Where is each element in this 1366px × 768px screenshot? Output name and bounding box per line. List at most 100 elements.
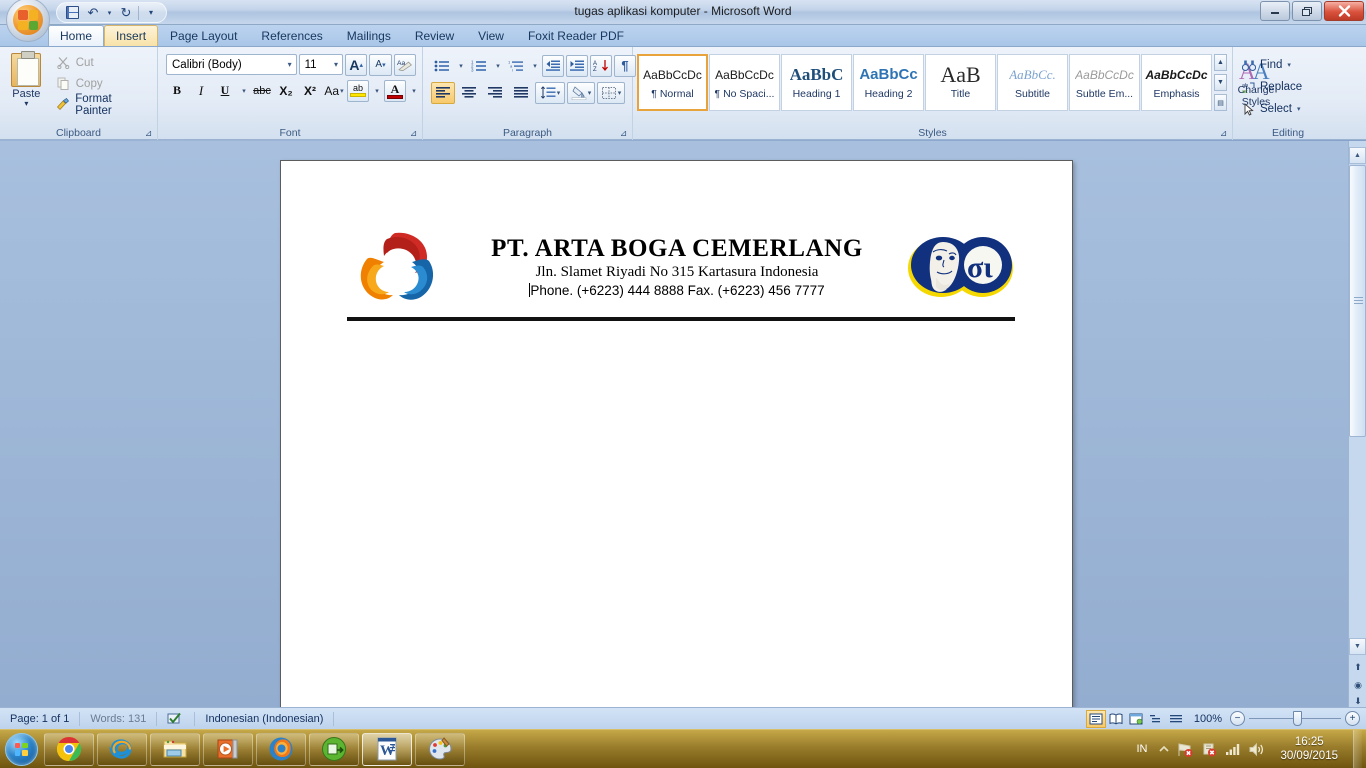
taskbar-word[interactable]: W: [362, 732, 412, 766]
show-desktop-button[interactable]: [1353, 729, 1362, 768]
select-browse-object-button[interactable]: ◉: [1350, 677, 1366, 693]
tray-action-center-icon[interactable]: [1201, 742, 1218, 757]
change-case-button[interactable]: Aa ▾: [323, 80, 345, 102]
numbering-button[interactable]: 1 2 3: [468, 55, 490, 77]
font-color-button[interactable]: A: [384, 79, 406, 102]
align-left-button[interactable]: [431, 81, 455, 104]
highlight-dropdown-icon[interactable]: ▾: [371, 80, 382, 102]
shading-button[interactable]: ▾: [567, 81, 595, 104]
save-icon[interactable]: [63, 4, 81, 21]
styles-scroll-down-button[interactable]: ▼: [1214, 74, 1227, 91]
justify-button[interactable]: [509, 82, 533, 104]
format-painter-button[interactable]: Format Painter: [52, 93, 153, 117]
status-language[interactable]: Indonesian (Indonesian): [195, 708, 333, 730]
view-outline-button[interactable]: [1146, 710, 1166, 728]
status-proofing[interactable]: [157, 708, 194, 730]
align-right-button[interactable]: [483, 82, 507, 104]
style-tile-no-spacing[interactable]: AaBbCcDc ¶ No Spaci...: [709, 54, 780, 111]
zoom-in-button[interactable]: +: [1345, 711, 1360, 726]
vertical-scrollbar[interactable]: ▲ ▼ ⬆ ◉ ⬇: [1348, 141, 1366, 707]
redo-icon[interactable]: ↻: [117, 4, 135, 21]
superscript-button[interactable]: X²: [299, 80, 321, 102]
tray-signal-icon[interactable]: [1225, 742, 1241, 756]
replace-button[interactable]: ab ac Replace: [1237, 76, 1306, 98]
style-tile-subtitle[interactable]: AaBbCc. Subtitle: [997, 54, 1068, 111]
zoom-level-label[interactable]: 100%: [1186, 713, 1230, 725]
zoom-out-button[interactable]: −: [1230, 711, 1245, 726]
scroll-up-button[interactable]: ▲: [1349, 147, 1366, 164]
tab-references[interactable]: References: [249, 25, 334, 46]
find-dropdown-icon[interactable]: ▾: [1287, 61, 1291, 69]
numbering-dropdown-icon[interactable]: ▾: [492, 55, 503, 77]
style-tile-emphasis[interactable]: AaBbCcDc Emphasis: [1141, 54, 1212, 111]
undo-icon[interactable]: ↶: [84, 4, 102, 21]
cut-button[interactable]: Cut: [52, 52, 153, 73]
customize-qat-icon[interactable]: ▾: [142, 4, 160, 21]
taskbar-firefox[interactable]: [256, 732, 306, 766]
tray-language-indicator[interactable]: IN: [1132, 743, 1151, 755]
clipboard-dialog-launcher[interactable]: ⊿: [143, 128, 154, 139]
borders-button[interactable]: ▾: [597, 81, 625, 104]
zoom-slider-track[interactable]: [1249, 711, 1341, 726]
taskbar-media-player[interactable]: [203, 732, 253, 766]
previous-page-button[interactable]: ⬆: [1350, 659, 1366, 675]
style-tile-heading-2[interactable]: AaBbCc Heading 2: [853, 54, 924, 111]
font-name-dropdown-icon[interactable]: ▾: [286, 60, 294, 69]
sort-button[interactable]: A Z: [590, 54, 612, 77]
bullets-button[interactable]: [431, 55, 453, 77]
bullets-dropdown-icon[interactable]: ▾: [455, 55, 466, 77]
tab-foxit-reader-pdf[interactable]: Foxit Reader PDF: [516, 25, 636, 46]
styles-scroll-up-button[interactable]: ▲: [1214, 54, 1227, 71]
bold-button[interactable]: B: [166, 80, 188, 102]
view-full-screen-reading-button[interactable]: [1106, 710, 1126, 728]
style-tile-title[interactable]: AaB Title: [925, 54, 996, 111]
document-page[interactable]: PT. ARTA BOGA CEMERLANG Jln. Slamet Riya…: [280, 160, 1073, 707]
strikethrough-button[interactable]: abc: [251, 80, 273, 102]
font-color-dropdown-icon[interactable]: ▾: [408, 80, 419, 102]
tray-network-icon[interactable]: [1177, 742, 1194, 757]
status-word-count[interactable]: Words: 131: [80, 708, 156, 730]
taskbar-green-app[interactable]: [309, 732, 359, 766]
paragraph-dialog-launcher[interactable]: ⊿: [618, 128, 629, 139]
font-dialog-launcher[interactable]: ⊿: [408, 128, 419, 139]
taskbar-file-explorer[interactable]: [150, 732, 200, 766]
scrollbar-thumb[interactable]: [1349, 165, 1366, 437]
multilevel-dropdown-icon[interactable]: ▾: [529, 55, 540, 77]
document-canvas[interactable]: PT. ARTA BOGA CEMERLANG Jln. Slamet Riya…: [0, 141, 1366, 707]
tab-page-layout[interactable]: Page Layout: [158, 25, 249, 46]
view-print-layout-button[interactable]: [1085, 709, 1106, 728]
font-size-combo[interactable]: 11 ▾: [298, 54, 343, 75]
tab-insert[interactable]: Insert: [104, 25, 159, 46]
view-web-layout-button[interactable]: [1126, 710, 1146, 728]
increase-indent-button[interactable]: [566, 54, 588, 77]
taskbar-internet-explorer[interactable]: [97, 732, 147, 766]
tab-mailings[interactable]: Mailings: [335, 25, 403, 46]
restore-button[interactable]: [1292, 1, 1322, 21]
underline-button[interactable]: U: [214, 80, 236, 102]
align-center-button[interactable]: [457, 82, 481, 104]
underline-dropdown-icon[interactable]: ▾: [238, 80, 249, 102]
start-button[interactable]: [1, 731, 41, 768]
grow-font-button[interactable]: A ▴: [345, 53, 368, 76]
styles-more-button[interactable]: ▤: [1214, 94, 1227, 111]
taskbar-clock[interactable]: 16:25 30/09/2015: [1272, 735, 1346, 763]
zoom-slider-thumb[interactable]: [1293, 711, 1302, 726]
status-page-number[interactable]: Page: 1 of 1: [0, 708, 79, 730]
shrink-font-button[interactable]: A ▾: [369, 53, 392, 76]
copy-button[interactable]: Copy: [52, 73, 153, 94]
taskbar-paint[interactable]: [415, 732, 465, 766]
style-tile-subtle-emphasis[interactable]: AaBbCcDc Subtle Em...: [1069, 54, 1140, 111]
undo-dropdown-icon[interactable]: ▾: [105, 4, 114, 21]
scroll-down-button[interactable]: ▼: [1349, 638, 1366, 655]
paste-dropdown-icon[interactable]: ▾: [24, 100, 28, 108]
tray-show-hidden-icons[interactable]: [1158, 744, 1170, 754]
tab-view[interactable]: View: [466, 25, 516, 46]
tray-volume-icon[interactable]: [1248, 742, 1265, 757]
close-button[interactable]: [1324, 1, 1364, 21]
decrease-indent-button[interactable]: [542, 54, 564, 77]
style-tile-heading-1[interactable]: AaBbC Heading 1: [781, 54, 852, 111]
minimize-button[interactable]: [1260, 1, 1290, 21]
select-dropdown-icon[interactable]: ▾: [1297, 105, 1301, 113]
tab-home[interactable]: Home: [48, 25, 105, 46]
find-button[interactable]: Find ▾: [1237, 54, 1306, 76]
